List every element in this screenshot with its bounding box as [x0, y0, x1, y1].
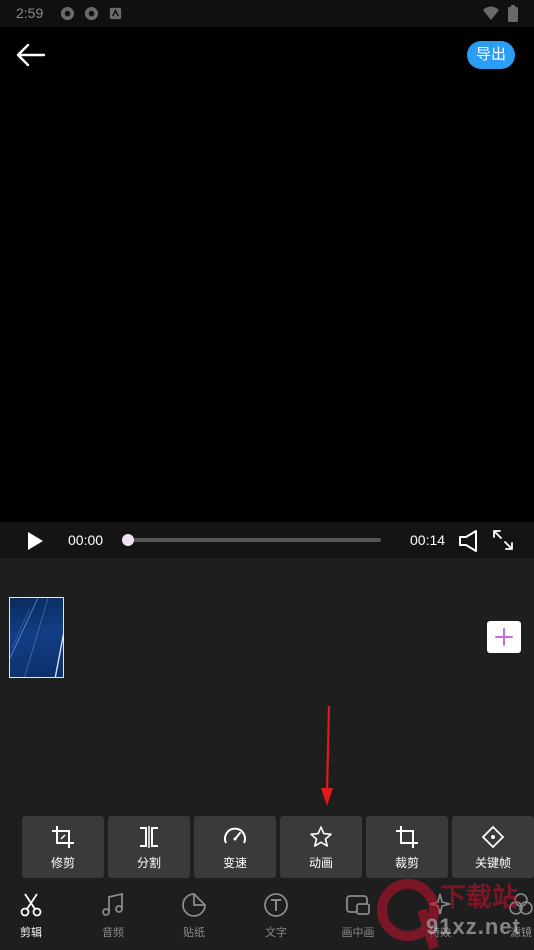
- play-icon[interactable]: [24, 530, 46, 552]
- crop-icon: [396, 826, 418, 848]
- text-icon: [264, 893, 288, 917]
- clip-preview-image: [10, 598, 63, 677]
- nav-label: 剪辑: [20, 927, 42, 939]
- speedometer-icon: [224, 827, 246, 844]
- watermark-logo: 下载站 91xz.net: [362, 870, 534, 950]
- nav-item-text[interactable]: 文字: [235, 880, 315, 950]
- scissors-icon: [20, 893, 42, 917]
- plus-icon: [495, 628, 513, 646]
- svg-text:下载站: 下载站: [440, 883, 518, 913]
- nav-item-sticker[interactable]: 贴纸: [153, 880, 233, 950]
- tool-keyframe[interactable]: 关键帧: [452, 816, 534, 878]
- tool-crop[interactable]: 裁剪: [366, 816, 448, 878]
- split-icon: [140, 826, 158, 848]
- annotation-arrow-icon: [321, 706, 333, 806]
- tool-speed[interactable]: 变速: [194, 816, 276, 878]
- nav-label: 音频: [102, 927, 124, 939]
- tool-label: 动画: [308, 856, 333, 870]
- arrow-left-icon: [16, 43, 46, 67]
- wifi-icon: [483, 6, 499, 20]
- tool-label: 关键帧: [474, 856, 511, 870]
- current-time: 00:00: [68, 532, 104, 548]
- nav-label: 贴纸: [183, 927, 205, 939]
- player-controls: 00:00 00:14: [0, 522, 534, 558]
- back-button[interactable]: [14, 41, 48, 69]
- battery-icon: [508, 5, 518, 22]
- tool-label: 修剪: [50, 856, 75, 870]
- fullscreen-icon[interactable]: [492, 529, 514, 551]
- tool-trim[interactable]: 修剪: [22, 816, 104, 878]
- volume-icon[interactable]: [458, 530, 482, 552]
- video-preview[interactable]: 导出: [0, 27, 534, 522]
- sticker-icon: [182, 893, 206, 917]
- nav-label: 文字: [265, 927, 287, 939]
- notification-icon: [84, 6, 99, 21]
- tool-animation[interactable]: 动画: [280, 816, 362, 878]
- status-time: 2:59: [16, 5, 44, 21]
- tool-label: 变速: [222, 856, 247, 870]
- video-clip-thumbnail[interactable]: [9, 597, 64, 678]
- progress-slider[interactable]: [122, 534, 381, 546]
- crop-icon: [52, 826, 74, 848]
- nav-item-edit[interactable]: 剪辑: [0, 880, 70, 950]
- export-button[interactable]: 导出: [467, 41, 515, 69]
- progress-knob[interactable]: [122, 534, 134, 546]
- tool-label: 裁剪: [394, 856, 419, 870]
- star-icon: [310, 826, 332, 847]
- add-clip-button[interactable]: [487, 621, 521, 653]
- notification-icon: [60, 6, 75, 21]
- total-time: 00:14: [410, 532, 446, 548]
- status-bar: 2:59: [0, 0, 534, 27]
- nav-item-audio[interactable]: 音频: [72, 880, 152, 950]
- timeline-track: [0, 558, 534, 816]
- music-icon: [102, 892, 123, 916]
- tool-label: 分割: [136, 856, 161, 870]
- keyframe-icon: [481, 825, 505, 849]
- tool-split[interactable]: 分割: [108, 816, 190, 878]
- watermark-text: 91xz.net: [426, 914, 521, 939]
- app-icon: [109, 7, 122, 20]
